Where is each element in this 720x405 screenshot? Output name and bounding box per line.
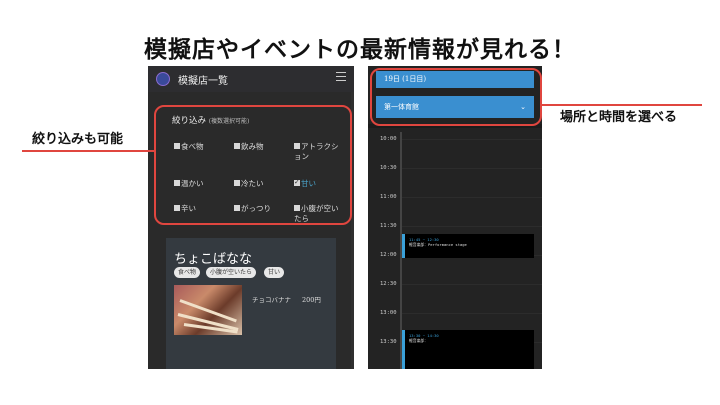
event-name: 軽音楽部： <box>409 338 428 343</box>
app-logo[interactable] <box>156 72 170 86</box>
time-label: 13:30 <box>380 339 397 345</box>
time-label: 12:30 <box>380 281 397 287</box>
time-label: 10:30 <box>380 165 397 171</box>
tag-sweet[interactable]: 甘い <box>264 267 285 278</box>
headline: 模擬店やイベントの最新情報が見れる！ <box>144 37 576 63</box>
choco-banana-photo <box>174 285 242 335</box>
event-block[interactable]: 11:45 ~ 12:30 軽音楽部：Performance stage <box>402 234 534 258</box>
time-label: 12:00 <box>380 252 397 258</box>
time-gridline <box>402 197 542 198</box>
time-label: 11:00 <box>380 194 397 200</box>
time-gridline <box>402 139 542 140</box>
hamburger-menu-icon[interactable] <box>336 72 346 81</box>
time-gridline <box>402 226 542 227</box>
time-gridline <box>402 168 542 169</box>
time-gridline <box>402 313 542 314</box>
left-callout-line <box>22 150 154 152</box>
event-block[interactable]: 13:30 ~ 14:30 軽音楽部： <box>402 330 534 369</box>
time-gridline <box>402 284 542 285</box>
shop-card[interactable]: ちょこばなな 食べ物 小腹が空いたら 甘い チョコバナナ 200円 <box>166 238 336 369</box>
right-callout: 場所と時間を選べる <box>560 110 678 125</box>
slide: 模擬店やイベントの最新情報が見れる！ 模擬店一覧 絞り込み (複数選択可能) 食… <box>0 0 720 405</box>
time-label: 13:00 <box>380 310 397 316</box>
left-callout: 絞り込みも可能 <box>32 132 124 147</box>
app-header: 模擬店一覧 <box>148 66 354 92</box>
menu-item-name: チョコバナナ <box>252 296 291 304</box>
filter-highlight-box <box>154 105 352 225</box>
time-label: 11:30 <box>380 223 397 229</box>
tag-food[interactable]: 食べ物 <box>174 267 201 278</box>
menu-item-price: 200円 <box>302 296 321 304</box>
selector-highlight-box <box>370 68 542 126</box>
event-name: 軽音楽部：Performance stage <box>409 242 467 247</box>
tag-snack[interactable]: 小腹が空いたら <box>206 267 257 278</box>
time-label: 10:00 <box>380 136 397 142</box>
page-title: 模擬店一覧 <box>178 76 228 87</box>
shop-card-title: ちょこばなな <box>174 252 253 267</box>
